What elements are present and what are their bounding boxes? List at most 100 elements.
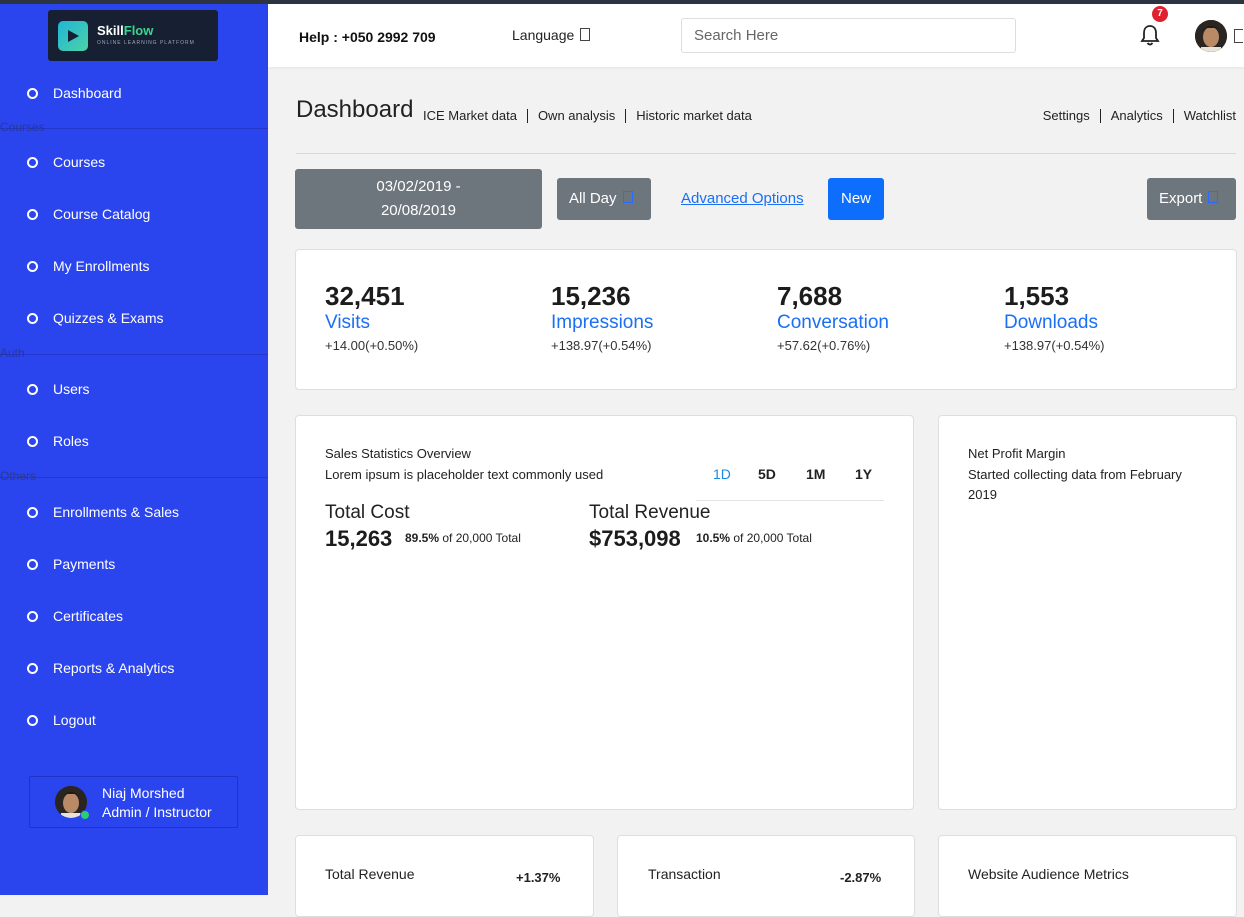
sidebar-item-label: Courses bbox=[53, 154, 106, 170]
tab-1d[interactable]: 1D bbox=[713, 466, 731, 482]
card-subtitle: Lorem ipsum is placeholder text commonly… bbox=[325, 467, 604, 482]
sidebar-item-payments[interactable]: Payments bbox=[0, 544, 268, 584]
market-data-links: ICE Market data Own analysis Historic ma… bbox=[423, 108, 752, 123]
share-suffix: of 20,000 Total bbox=[442, 531, 521, 545]
sidebar-item-label: Logout bbox=[53, 712, 96, 728]
user-role: Admin / Instructor bbox=[102, 804, 212, 820]
sidebar-item-quizzes-exams[interactable]: Quizzes & Exams bbox=[0, 298, 268, 338]
advanced-options-link[interactable]: Advanced Options bbox=[681, 190, 804, 207]
user-card[interactable]: Niaj Morshed Admin / Instructor bbox=[29, 776, 238, 828]
sidebar-item-label: Enrollments & Sales bbox=[53, 504, 180, 520]
stat-value: 15,236 bbox=[551, 281, 631, 311]
sidebar-item-dashboard[interactable]: Dashboard bbox=[0, 73, 268, 113]
bell-icon[interactable] bbox=[1140, 24, 1160, 51]
sidebar-item-label: Users bbox=[53, 381, 90, 397]
sidebar-item-roles[interactable]: Roles bbox=[0, 421, 268, 461]
link-separator bbox=[625, 108, 627, 123]
sidebar-item-label: Course Catalog bbox=[53, 206, 151, 222]
chevron-down-icon[interactable] bbox=[1234, 29, 1243, 43]
link-historic-market-data[interactable]: Historic market data bbox=[636, 108, 752, 123]
section-divider bbox=[0, 477, 268, 478]
link-own-analysis[interactable]: Own analysis bbox=[538, 108, 615, 123]
stat-label: Conversation bbox=[777, 312, 889, 333]
sidebar: SkillFlow ONLINE LEARNING PLATFORM Dashb… bbox=[0, 0, 268, 895]
link-watchlist[interactable]: Watchlist bbox=[1184, 108, 1236, 123]
total-cost-value: 15,263 bbox=[325, 526, 393, 551]
sidebar-item-my-enrollments[interactable]: My Enrollments bbox=[0, 246, 268, 286]
total-revenue-share: 10.5% of 20,000 Total bbox=[696, 531, 812, 545]
sidebar-item-users[interactable]: Users bbox=[0, 369, 268, 409]
section-divider bbox=[0, 128, 268, 129]
tab-1y[interactable]: 1Y bbox=[855, 466, 872, 482]
all-day-label: All Day bbox=[569, 190, 617, 207]
stat-value: 32,451 bbox=[325, 281, 405, 311]
stat-impressions: 15,236 Impressions +138.97(+0.54%) bbox=[551, 281, 653, 353]
bullet-icon bbox=[27, 87, 38, 99]
stat-value: 7,688 bbox=[777, 281, 843, 311]
top-border bbox=[0, 0, 1244, 4]
stat-visits: 32,451 Visits +14.00(+0.50%) bbox=[325, 281, 418, 353]
link-settings[interactable]: Settings bbox=[1043, 108, 1090, 123]
card-change: +1.37% bbox=[516, 870, 561, 885]
sidebar-item-label: My Enrollments bbox=[53, 258, 150, 274]
card-title: Net Profit Margin bbox=[968, 446, 1066, 461]
brand-name-accent: Flow bbox=[123, 23, 154, 38]
share-percent: 10.5% bbox=[696, 531, 731, 545]
export-dropdown[interactable]: Export bbox=[1147, 178, 1236, 220]
stats-card: 32,451 Visits +14.00(+0.50%) 15,236 Impr… bbox=[295, 249, 1237, 390]
total-revenue-value: $753,098 bbox=[589, 526, 681, 551]
share-suffix: of 20,000 Total bbox=[733, 531, 812, 545]
brand-name: SkillFlow bbox=[97, 23, 153, 38]
online-status-icon bbox=[80, 810, 90, 820]
sidebar-item-label: Reports & Analytics bbox=[53, 660, 175, 676]
tab-1m[interactable]: 1M bbox=[806, 466, 825, 482]
header-divider bbox=[296, 153, 1236, 154]
avatar[interactable] bbox=[1195, 20, 1227, 52]
section-label: Courses bbox=[0, 120, 45, 134]
notification-badge: 7 bbox=[1152, 6, 1168, 22]
date-range-end: 20/08/2019 bbox=[380, 202, 457, 219]
brand-logo[interactable]: SkillFlow ONLINE LEARNING PLATFORM bbox=[48, 10, 218, 61]
page-title: Dashboard bbox=[296, 96, 414, 123]
new-button[interactable]: New bbox=[828, 178, 884, 220]
brand-name-main: Skill bbox=[97, 23, 124, 38]
sales-statistics-card: Sales Statistics Overview Lorem ipsum is… bbox=[295, 415, 914, 810]
share-percent: 89.5% bbox=[405, 531, 440, 545]
bullet-icon bbox=[27, 435, 38, 447]
sidebar-item-enrollments-sales[interactable]: Enrollments & Sales bbox=[0, 492, 268, 532]
sidebar-item-logout[interactable]: Logout bbox=[0, 700, 268, 740]
date-range-picker[interactable]: 03/02/2019 - 20/08/2019 bbox=[295, 169, 542, 229]
user-name: Niaj Morshed bbox=[102, 785, 185, 801]
bullet-icon bbox=[27, 208, 38, 220]
card-title: Transaction bbox=[648, 866, 721, 882]
bullet-icon bbox=[27, 260, 38, 272]
stat-change: +57.62(+0.76%) bbox=[777, 338, 871, 353]
sidebar-item-reports-analytics[interactable]: Reports & Analytics bbox=[0, 648, 268, 688]
stat-change: +138.97(+0.54%) bbox=[1004, 338, 1105, 353]
bullet-icon bbox=[27, 383, 38, 395]
section-divider bbox=[0, 354, 268, 355]
link-analytics[interactable]: Analytics bbox=[1111, 108, 1163, 123]
export-label: Export bbox=[1159, 190, 1203, 207]
tab-5d[interactable]: 5D bbox=[758, 466, 776, 482]
language-dropdown[interactable]: Language bbox=[512, 27, 591, 43]
stat-downloads: 1,553 Downloads +138.97(+0.54%) bbox=[1004, 281, 1104, 353]
sidebar-item-course-catalog[interactable]: Course Catalog bbox=[0, 194, 268, 234]
link-ice-market-data[interactable]: ICE Market data bbox=[423, 108, 517, 123]
stat-label: Impressions bbox=[551, 312, 654, 333]
total-cost-share: 89.5% of 20,000 Total bbox=[405, 531, 521, 545]
sidebar-item-certificates[interactable]: Certificates bbox=[0, 596, 268, 636]
search-input[interactable] bbox=[681, 18, 1016, 53]
brand-tagline: ONLINE LEARNING PLATFORM bbox=[97, 40, 195, 46]
stat-label: Visits bbox=[325, 312, 371, 333]
net-profit-card: Net Profit Margin Started collecting dat… bbox=[938, 415, 1237, 810]
all-day-dropdown[interactable]: All Day bbox=[557, 178, 651, 220]
sidebar-item-label: Dashboard bbox=[53, 85, 122, 101]
chevron-down-icon bbox=[1208, 191, 1219, 203]
link-separator bbox=[1099, 108, 1101, 123]
sidebar-item-courses[interactable]: Courses bbox=[0, 142, 268, 182]
sidebar-item-label: Payments bbox=[53, 556, 116, 572]
card-subtitle: Started collecting data from February 20… bbox=[968, 467, 1182, 502]
total-cost-heading: Total Cost bbox=[325, 502, 410, 523]
sidebar-item-label: Certificates bbox=[53, 608, 124, 624]
